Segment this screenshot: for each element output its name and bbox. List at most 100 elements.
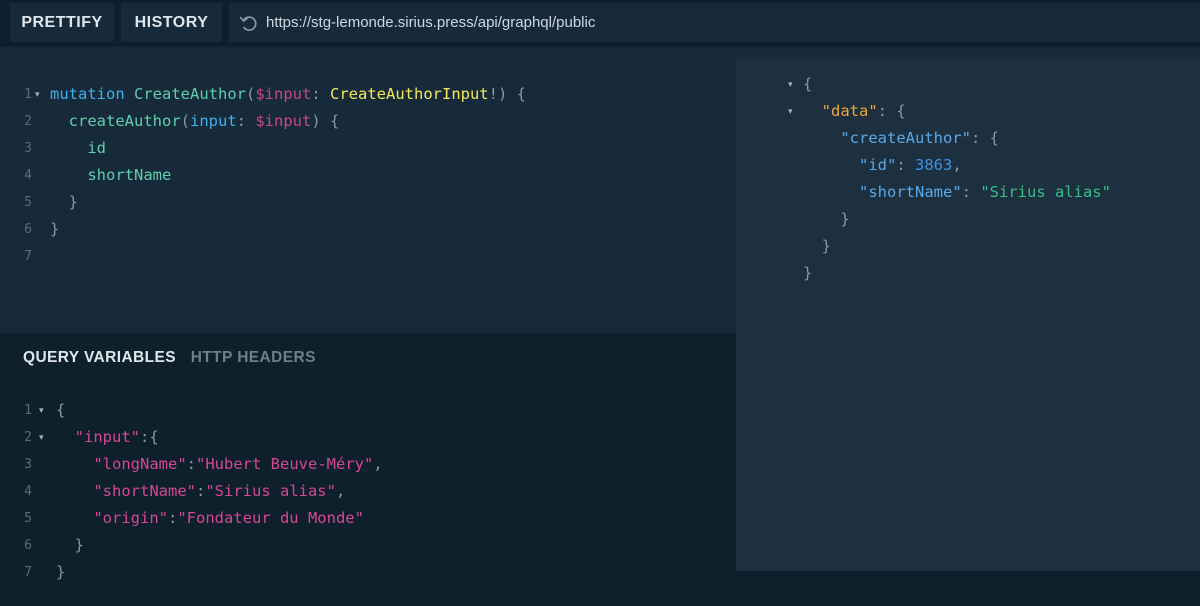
code-token: "Sirius alias" — [980, 183, 1111, 201]
code-token: :{ — [140, 428, 159, 446]
code-token: { — [803, 75, 813, 93]
code-token: : — [311, 85, 330, 103]
variables-line-number: 4 — [24, 484, 32, 499]
code-token: 3863 — [915, 156, 953, 174]
code-token: createAuthor — [68, 112, 181, 130]
code-token: "Hubert Beuve-Méry" — [196, 455, 374, 473]
code-token: "shortName" — [859, 183, 962, 201]
query-code-line: shortName — [50, 162, 171, 189]
variables-line-number: 3 — [24, 457, 32, 472]
fold-toggle-icon[interactable]: ▾ — [788, 98, 798, 125]
history-button[interactable]: HISTORY — [121, 3, 222, 42]
code-token: } — [50, 193, 78, 211]
code-token: $input — [255, 112, 312, 130]
tab-query-variables[interactable]: QUERY VARIABLES — [23, 344, 176, 372]
fold-toggle-icon[interactable]: ▾ — [39, 424, 49, 451]
variables-code-line: } — [56, 532, 84, 559]
variables-line-number: 5 — [24, 511, 32, 526]
code-token: "longName" — [93, 455, 187, 473]
tab-http-headers[interactable]: HTTP HEADERS — [191, 344, 316, 372]
variables-code-line: } — [56, 559, 65, 586]
code-token: } — [803, 237, 831, 255]
query-code-line: createAuthor(input: $input) { — [50, 108, 340, 135]
query-line-number: 5 — [24, 195, 32, 210]
code-token: , — [952, 156, 962, 174]
code-token: shortName — [87, 166, 172, 184]
result-code-line: { — [803, 71, 812, 98]
result-code-line: "shortName": "Sirius alias" — [803, 179, 1111, 206]
code-token: : — [167, 509, 178, 527]
variables-code-line: "origin":"Fondateur du Monde" — [56, 505, 364, 532]
code-token: : — [195, 482, 206, 500]
query-line-number: 7 — [24, 249, 32, 264]
code-token: ) { — [311, 112, 340, 130]
query-line-number: 6 — [24, 222, 32, 237]
query-code-line: } — [50, 216, 59, 243]
prettify-button[interactable]: PRETTIFY — [10, 3, 114, 42]
code-token: : — [961, 183, 981, 201]
code-token: } — [50, 220, 60, 238]
code-token: : { — [970, 129, 999, 147]
result-code-line: } — [803, 206, 850, 233]
code-token: "data" — [821, 102, 878, 120]
code-token: "shortName" — [93, 482, 196, 500]
result-code-line: "id": 3863, — [803, 152, 962, 179]
query-code-line: mutation CreateAuthor($input: CreateAuth… — [50, 81, 526, 108]
code-token: "input" — [74, 428, 140, 446]
code-token: } — [56, 563, 66, 581]
code-token: : { — [877, 102, 906, 120]
variables-code-line: "shortName":"Sirius alias", — [56, 478, 345, 505]
variables-code-line: "longName":"Hubert Beuve-Méry", — [56, 451, 383, 478]
result-code-line: } — [803, 233, 831, 260]
query-line-number: 3 — [24, 141, 32, 156]
fold-toggle-icon[interactable]: ▾ — [39, 397, 49, 424]
code-token: : — [186, 455, 196, 473]
code-token: "Sirius alias" — [205, 482, 336, 500]
fold-toggle-icon[interactable]: ▾ — [788, 71, 798, 98]
code-token: } — [803, 264, 813, 282]
code-token: ( — [180, 112, 190, 130]
query-line-number: 1 — [24, 87, 32, 102]
query-line-number: 2 — [24, 114, 32, 129]
result-code-line: "createAuthor": { — [803, 125, 999, 152]
code-token: : — [896, 156, 915, 174]
code-token: CreateAuthorInput — [330, 85, 489, 103]
code-token: mutation — [50, 85, 125, 103]
variables-line-number: 2 — [24, 430, 32, 445]
code-token: "Fondateur du Monde" — [177, 509, 364, 527]
code-token: } — [803, 210, 850, 228]
code-token: : — [236, 112, 256, 130]
code-token: CreateAuthor — [134, 85, 246, 103]
toolbar: PRETTIFY HISTORY https://stg-lemonde.sir… — [0, 0, 1200, 47]
variables-code-line: "input":{ — [56, 424, 159, 451]
variables-code-line: { — [56, 397, 65, 424]
endpoint-url[interactable]: https://stg-lemonde.sirius.press/api/gra… — [266, 3, 595, 42]
code-token: $input — [255, 85, 312, 103]
reload-icon[interactable] — [238, 12, 260, 34]
code-token: !) { — [488, 85, 526, 103]
code-token: "origin" — [93, 509, 168, 527]
result-footer — [736, 571, 1200, 606]
code-token: "createAuthor" — [840, 129, 971, 147]
variables-line-number: 6 — [24, 538, 32, 553]
code-token: "id" — [859, 156, 897, 174]
code-token: , — [373, 455, 383, 473]
endpoint-url-bar[interactable]: https://stg-lemonde.sirius.press/api/gra… — [229, 3, 1200, 42]
code-token: } — [56, 536, 84, 554]
variables-tabs: QUERY VARIABLES HTTP HEADERS — [23, 344, 316, 372]
fold-toggle-icon[interactable]: ▾ — [35, 81, 45, 108]
query-code-line: id — [50, 135, 106, 162]
query-code-line: } — [50, 189, 78, 216]
code-token: ( — [245, 85, 256, 103]
